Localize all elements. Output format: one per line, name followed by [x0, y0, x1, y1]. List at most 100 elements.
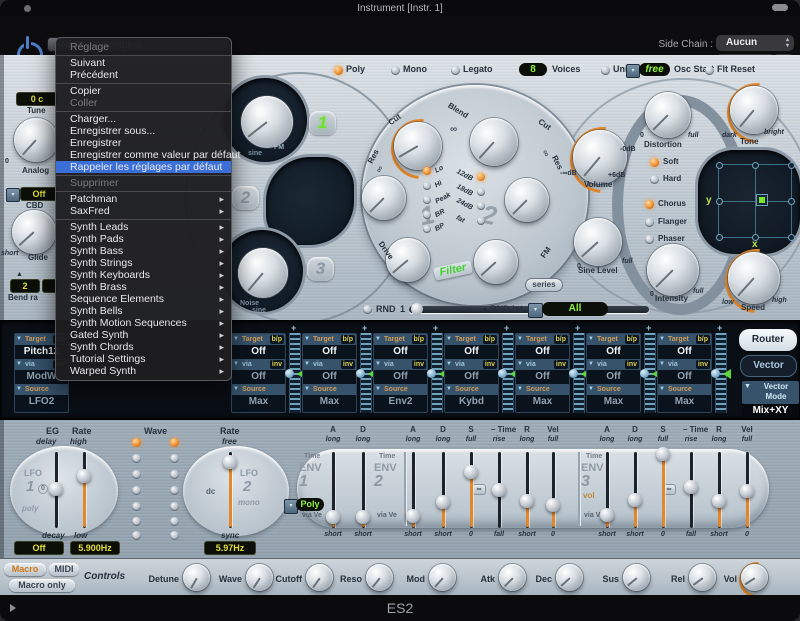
slider-handle[interactable] [711, 369, 720, 378]
chevron-down-icon[interactable]: ▼ [588, 361, 594, 368]
chevron-down-icon[interactable]: ▼ [517, 361, 523, 368]
filter1-mode-led-bp[interactable] [423, 225, 431, 233]
keyboard-mode-led-legato[interactable] [451, 66, 460, 75]
env-slider-3-4[interactable] [712, 452, 726, 528]
voices-value[interactable]: 8 [519, 63, 547, 76]
lfo1-rate-value[interactable]: 5.900Hz [70, 541, 120, 555]
lfo1-wave-led[interactable] [132, 531, 141, 540]
chevron-down-icon[interactable]: ▼ [659, 386, 665, 393]
lfo1-rate-slider[interactable] [77, 452, 91, 528]
osc1-wave-knob[interactable] [241, 96, 293, 148]
source-value[interactable]: Max [516, 395, 569, 409]
chevron-down-icon[interactable]: ▼ [16, 386, 22, 393]
unison-led[interactable] [601, 66, 610, 75]
lfo1-eg-value[interactable]: Off [14, 541, 64, 555]
slider-thumb[interactable] [740, 484, 754, 498]
chevron-down-icon[interactable]: ▼ [446, 386, 452, 393]
chevron-down-icon[interactable]: ▼ [517, 386, 523, 393]
menu-item[interactable]: Charger... [56, 113, 231, 125]
flt-reset-led[interactable] [705, 66, 714, 75]
menu-item[interactable]: Précédent [56, 69, 231, 81]
distortion-mode-led-hard[interactable] [650, 175, 659, 184]
cbd-dropdown-icon[interactable]: ▾ [6, 188, 20, 202]
target-value[interactable]: Off [516, 345, 569, 359]
slider-thumb[interactable] [77, 469, 91, 483]
filter2-resonance-knob[interactable] [505, 178, 549, 222]
menu-item[interactable]: Synth Strings▸ [56, 257, 231, 269]
control-knob-mod[interactable] [429, 564, 456, 591]
chevron-down-icon[interactable]: ▼ [588, 386, 594, 393]
xy-pad[interactable] [698, 150, 800, 254]
menu-item[interactable]: Enregistrer [56, 137, 231, 149]
distortion-knob[interactable] [645, 92, 691, 138]
slider-handle[interactable] [285, 369, 294, 378]
menu-item[interactable]: Synth Chords▸ [56, 341, 231, 353]
env-slider-3-1[interactable] [628, 452, 642, 528]
filter2-slope-led-24db[interactable] [477, 202, 485, 210]
filter1-mode-led-br[interactable] [423, 211, 431, 219]
target-value[interactable]: Off [658, 345, 711, 359]
env-slider-2-1[interactable] [436, 452, 450, 528]
control-knob-vol[interactable] [741, 564, 768, 591]
target-value[interactable]: Off [445, 345, 498, 359]
vector-mode-value[interactable]: Mix+XY [742, 404, 799, 417]
env-slider-3-0[interactable] [600, 452, 614, 528]
macro-only-button[interactable]: Macro only [9, 579, 75, 592]
slider-thumb[interactable] [628, 493, 642, 507]
rnd-target-value[interactable]: All [542, 302, 608, 316]
menu-item[interactable]: Sequence Elements▸ [56, 293, 231, 305]
osc-start-dropdown-icon[interactable]: ▾ [626, 64, 640, 78]
menu-item[interactable]: Warped Synth▸ [56, 365, 231, 377]
invert-badge[interactable]: inv [412, 360, 426, 369]
bypass-badge[interactable]: b/p [412, 335, 427, 344]
chevron-down-icon[interactable]: ▼ [659, 336, 665, 343]
midi-button[interactable]: MIDI [49, 563, 79, 576]
chevron-down-icon[interactable]: ▼ [233, 361, 239, 368]
chevron-down-icon[interactable]: ▼ [446, 361, 452, 368]
slider-thumb[interactable] [436, 495, 450, 509]
source-value[interactable]: Max [587, 395, 640, 409]
osc3-wave-knob[interactable] [238, 248, 288, 298]
filter2-slope-led-12db[interactable] [477, 173, 485, 181]
slider-handle[interactable] [427, 369, 436, 378]
source-value[interactable]: Max [658, 395, 711, 409]
env-slider-2-2[interactable] [464, 452, 478, 528]
series-button[interactable]: series [525, 278, 563, 292]
osc-start-value[interactable]: free [639, 63, 670, 76]
menu-item[interactable]: Suivant [56, 57, 231, 69]
chevron-down-icon[interactable]: ▼ [659, 361, 665, 368]
chevron-down-icon[interactable]: ▼ [304, 336, 310, 343]
rnd-slider-thumb[interactable] [411, 303, 423, 315]
lfo1-wave-led[interactable] [132, 502, 141, 511]
source-value[interactable]: Max [232, 395, 285, 409]
bypass-badge[interactable]: b/p [554, 335, 569, 344]
slider-thumb[interactable] [684, 480, 698, 494]
slider-thumb[interactable] [223, 455, 237, 469]
vector-mode-dropdown[interactable]: ▼Vector Mode [742, 381, 799, 404]
menu-item[interactable]: Synth Bass▸ [56, 245, 231, 257]
filter2-fm-knob[interactable] [474, 240, 518, 284]
cbd-value[interactable]: Off [20, 187, 58, 201]
chevron-down-icon[interactable]: ▼ [233, 336, 239, 343]
xy-position-marker[interactable] [759, 197, 765, 203]
side-chain-select[interactable]: Aucun ▴▾ [716, 35, 794, 51]
source-value[interactable]: Max [303, 395, 356, 409]
glide-knob[interactable] [12, 210, 56, 254]
rnd-target-dropdown-icon[interactable]: ▾ [528, 303, 543, 318]
chevron-down-icon[interactable]: ▼ [304, 386, 310, 393]
lfo1-wave-led[interactable] [132, 470, 141, 479]
macro-button[interactable]: Macro [4, 563, 46, 576]
source-value[interactable]: Env2 [374, 395, 427, 409]
invert-badge[interactable]: inv [625, 360, 639, 369]
menu-item[interactable]: SaxFred▸ [56, 205, 231, 217]
menu-item[interactable]: Synth Pads▸ [56, 233, 231, 245]
chevron-down-icon[interactable]: ▼ [588, 336, 594, 343]
lfo1-wave-led[interactable] [132, 517, 141, 526]
chevron-down-icon[interactable]: ▼ [16, 361, 22, 368]
invert-badge[interactable]: inv [483, 360, 497, 369]
via-value[interactable]: Off [658, 370, 711, 384]
via-value[interactable]: Off [516, 370, 569, 384]
slider-thumb[interactable] [712, 494, 726, 508]
invert-badge[interactable]: inv [270, 360, 284, 369]
slider-thumb[interactable] [656, 447, 670, 461]
